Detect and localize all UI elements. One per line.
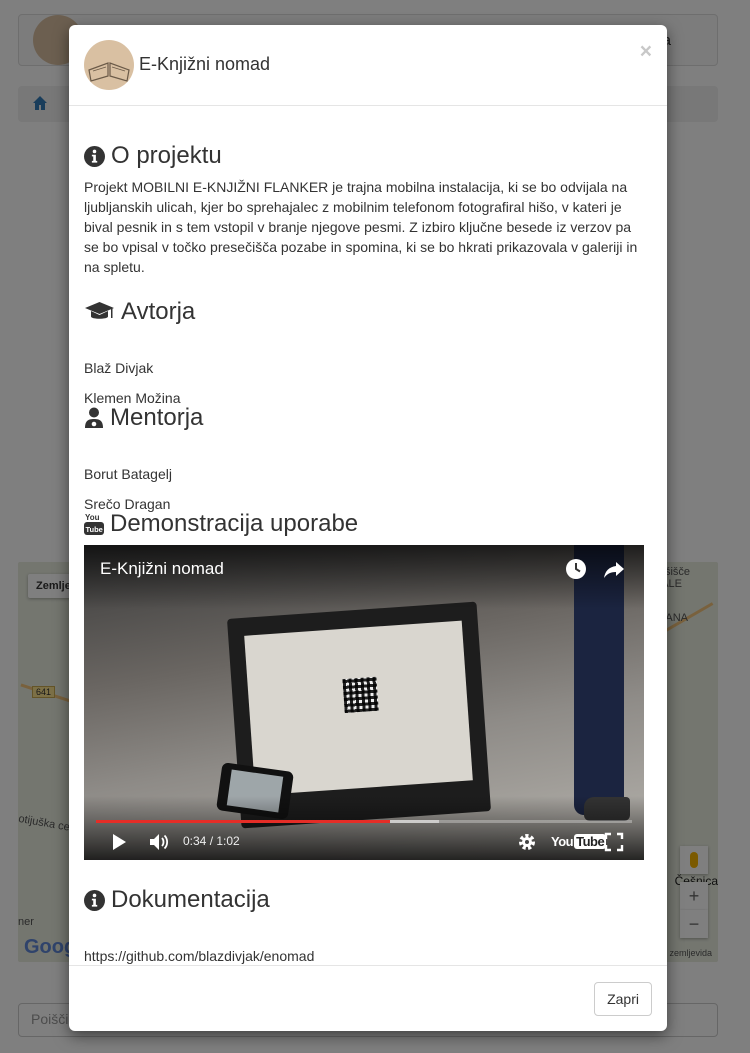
play-icon[interactable]: [108, 831, 130, 853]
svg-text:You: You: [85, 513, 100, 522]
project-modal: E-Knjižni nomad × O projektu Projekt MOB…: [69, 25, 667, 1031]
close-icon[interactable]: ×: [640, 41, 652, 62]
docs-link[interactable]: https://github.com/blazdivjak/enomad: [84, 946, 314, 966]
settings-gear-icon[interactable]: [516, 831, 538, 853]
watch-later-icon[interactable]: [564, 557, 588, 581]
about-heading-text: O projektu: [111, 142, 222, 169]
video-progress-bar[interactable]: [96, 820, 632, 823]
authors-heading: Avtorja: [84, 298, 195, 326]
modal-header: E-Knjižni nomad ×: [69, 25, 667, 106]
svg-text:Tube: Tube: [86, 525, 103, 534]
video-played-bar: [96, 820, 390, 823]
info-circle-icon: [84, 145, 105, 167]
volume-icon[interactable]: [148, 831, 170, 853]
video-time: 0:34 / 1:02: [183, 834, 240, 848]
share-icon[interactable]: [602, 557, 626, 581]
fullscreen-icon[interactable]: [603, 831, 625, 853]
open-book-icon: [88, 62, 130, 82]
docs-heading: Dokumentacija: [84, 886, 270, 914]
docs-heading-text: Dokumentacija: [111, 886, 270, 913]
authors-heading-text: Avtorja: [121, 298, 196, 325]
info-circle-icon: [84, 889, 105, 911]
author-name: Blaž Divjak: [84, 360, 154, 376]
demo-heading: You Tube Demonstracija uporabe: [84, 510, 358, 538]
video-title[interactable]: E-Knjižni nomad: [100, 559, 224, 579]
youtube-icon: You Tube: [84, 513, 104, 535]
modal-footer: Zapri: [69, 965, 667, 1031]
youtube-logo[interactable]: You Tube: [551, 834, 607, 849]
user-doctor-icon: [85, 407, 103, 428]
mentor-name: Borut Batagelj: [84, 466, 172, 482]
demo-heading-text: Demonstracija uporabe: [110, 510, 359, 537]
project-logo: [84, 40, 134, 90]
close-button[interactable]: Zapri: [594, 982, 652, 1016]
modal-title: E-Knjižni nomad: [139, 54, 271, 74]
mentors-heading-text: Mentorja: [110, 404, 204, 431]
graduation-cap-icon: [85, 302, 114, 319]
about-text: Projekt MOBILNI E-KNJIŽNI FLANKER je tra…: [84, 179, 638, 275]
about-heading: O projektu: [84, 142, 222, 170]
video-player[interactable]: E-Knjižni nomad 0:34 / 1:02 You Tube: [84, 545, 644, 860]
mentors-heading: Mentorja: [84, 404, 203, 432]
